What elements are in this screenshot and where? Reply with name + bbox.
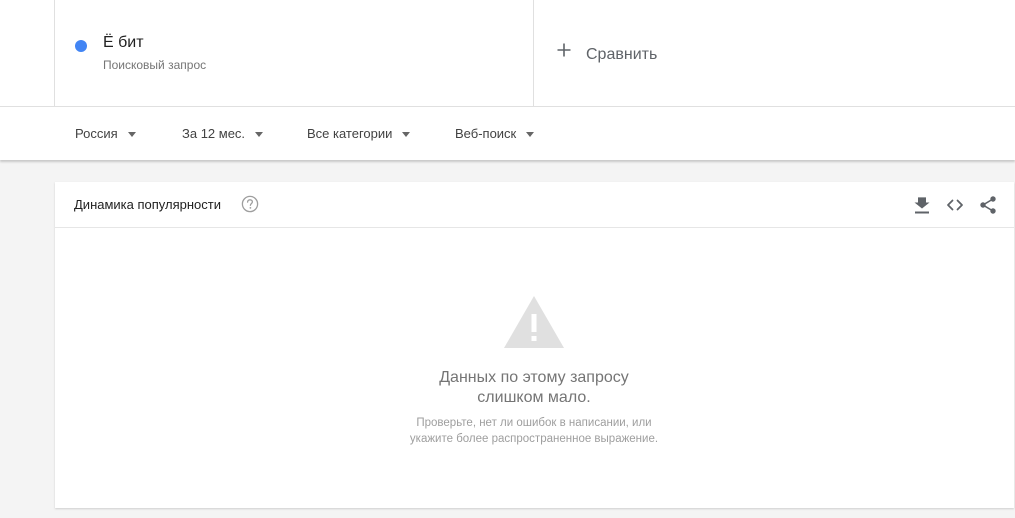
empty-state-hint-line2: укажите более распространенное выражение… (409, 433, 659, 445)
interest-over-time-card: Динамика популярности Данных по этому за… (55, 182, 1014, 508)
filter-time-range-label: За 12 мес. (182, 126, 246, 141)
filter-search-type-label: Веб-поиск (455, 126, 517, 141)
download-icon[interactable] (912, 195, 932, 215)
filter-time-range[interactable]: За 12 мес. (182, 107, 264, 160)
empty-state-hint: Проверьте, нет ли ошибок в написании, ил… (335, 415, 733, 447)
help-icon[interactable] (241, 195, 259, 213)
compare-label: Сравнить (586, 46, 658, 63)
compare-button[interactable]: Сравнить (534, 0, 1015, 107)
filter-region[interactable]: Россия (75, 107, 136, 160)
caret-down-icon (127, 131, 136, 137)
card-title: Динамика популярности (74, 197, 221, 212)
term-type-label: Поисковый запрос (103, 58, 207, 72)
filter-bar: Россия За 12 мес. Все категории Веб-поис… (0, 107, 1015, 160)
plus-icon (557, 43, 571, 57)
share-icon[interactable] (978, 195, 998, 215)
card-header: Динамика популярности (55, 182, 1014, 228)
warning-icon (504, 296, 564, 348)
empty-state-title: Данных по этому запросу слишком мало. (335, 368, 733, 408)
search-term-bar: Ё бит Поисковый запрос Сравнить (0, 0, 1015, 107)
filter-category[interactable]: Все категории (307, 107, 411, 160)
caret-down-icon (255, 131, 264, 137)
filter-search-type[interactable]: Веб-поиск (455, 107, 535, 160)
term-name: Ё бит (103, 34, 144, 51)
embed-code-icon[interactable] (945, 195, 965, 215)
filter-region-label: Россия (75, 126, 118, 141)
empty-state-hint-line1: Проверьте, нет ли ошибок в написании, ил… (416, 417, 652, 429)
empty-state-title-line1: Данных по этому запросу (439, 369, 629, 386)
filter-category-label: Все категории (307, 126, 393, 141)
term-color-dot (75, 40, 87, 52)
caret-down-icon (402, 131, 411, 137)
caret-down-icon (526, 131, 535, 137)
search-term-card[interactable]: Ё бит Поисковый запрос (55, 0, 533, 107)
empty-state-title-line2: слишком мало. (477, 389, 591, 406)
